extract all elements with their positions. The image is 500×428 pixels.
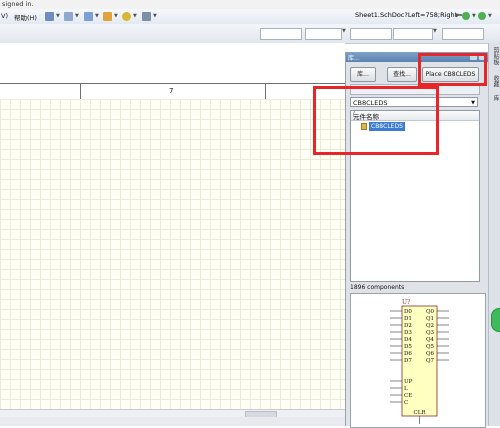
chevron-down-icon[interactable]: ▼ <box>488 13 492 19</box>
port-tool-icon[interactable] <box>84 12 93 21</box>
symbol-pin-label: UP <box>404 379 413 385</box>
menu-toolbar: V) 帮助(H) ▼ ▼ ▼ ▼ ▼ ▼ Sheet1.SchDoc?Left=… <box>0 9 500 25</box>
chevron-down-icon[interactable]: ▼ <box>56 13 60 19</box>
document-margin <box>0 43 345 83</box>
chevron-down-icon[interactable]: ▼ <box>455 13 459 19</box>
symbol-preview: U?CB8CLEDSD0D1D2D3D4D5D6D7UPLCECCLRQ0Q1Q… <box>350 293 486 428</box>
sheet-address[interactable]: Sheet1.SchDoc?Left=758;Right= <box>355 11 463 19</box>
tab-clipboard[interactable]: 剪贴板 <box>490 47 500 65</box>
bus-tool-icon[interactable] <box>64 12 73 21</box>
menu-item-help[interactable]: 帮助(H) <box>14 12 37 22</box>
toolbar-combo-2[interactable] <box>305 28 342 40</box>
symbol-pin-label: Q6 <box>426 351 435 357</box>
symbol-designator: U? <box>402 299 410 306</box>
symbol-pin-label: Q2 <box>426 323 434 329</box>
power-port-icon[interactable] <box>103 12 112 21</box>
toolbar-combo-5[interactable] <box>442 28 484 40</box>
symbol-pin-label: D2 <box>404 323 412 329</box>
highlight-place-button <box>418 53 487 86</box>
symbol-pin-label: Q3 <box>426 330 435 336</box>
symbol-pin-label: Q1 <box>426 316 434 322</box>
side-panel-tabs: 剪贴板 收藏 库 <box>488 43 500 426</box>
status-text: signed in. <box>2 0 34 8</box>
ruler-divider <box>265 84 266 100</box>
symbol-pin-label: D4 <box>404 337 412 343</box>
chevron-down-icon[interactable]: ▼ <box>471 98 475 108</box>
forward-icon[interactable] <box>478 12 486 20</box>
menu-item-view[interactable]: V) <box>1 12 8 20</box>
symbol-pin-label: CLR <box>414 410 427 416</box>
grid-tool-icon[interactable] <box>142 12 151 21</box>
parameter-icon[interactable] <box>122 12 131 21</box>
symbol-component-name: CB8CLEDS <box>402 426 440 427</box>
chevron-down-icon[interactable]: ▼ <box>472 13 476 19</box>
symbol-pin-label: D1 <box>404 316 412 322</box>
chevron-down-icon[interactable]: ▼ <box>153 13 157 19</box>
symbol-pin-label: CE <box>404 393 412 399</box>
symbol-pin-label: L <box>404 386 408 392</box>
status-strip <box>0 417 345 426</box>
symbol-pin-label: D0 <box>404 309 412 315</box>
schematic-canvas[interactable] <box>0 99 345 409</box>
libraries-button[interactable]: 库... <box>350 67 376 82</box>
symbol-pin-label: Q7 <box>426 358 435 364</box>
symbol-pin-label: Q5 <box>426 344 435 350</box>
floating-assist-button[interactable] <box>491 308 500 332</box>
highlight-component-list <box>313 86 439 155</box>
tab-favorites[interactable]: 收藏 <box>490 75 500 87</box>
chevron-down-icon[interactable]: ▼ <box>433 28 437 34</box>
wire-tool-icon[interactable] <box>45 12 54 21</box>
ruler-divider <box>80 84 81 100</box>
panel-title: 库... <box>348 55 360 62</box>
symbol-pin-label: Q0 <box>426 309 435 315</box>
symbol-drawing: U?CB8CLEDSD0D1D2D3D4D5D6D7UPLCECCLRQ0Q1Q… <box>390 299 449 427</box>
chevron-down-icon[interactable]: ▼ <box>75 13 79 19</box>
toolbar-combo-1[interactable] <box>260 28 302 40</box>
symbol-pin-label: D7 <box>404 358 412 364</box>
zone-label: 7 <box>169 87 174 95</box>
tab-libraries[interactable]: 库 <box>490 95 500 101</box>
chevron-down-icon[interactable]: ▼ <box>133 13 137 19</box>
chevron-down-icon[interactable]: ▼ <box>95 13 99 19</box>
toolbar-combo-3[interactable] <box>350 28 392 40</box>
component-count: 1896 components <box>350 284 405 291</box>
status-bar: signed in. <box>0 0 500 9</box>
secondary-toolbar: ▼ ▼ <box>0 24 500 44</box>
chevron-down-icon[interactable]: ▼ <box>114 13 118 19</box>
chevron-down-icon[interactable]: ▼ <box>342 28 346 34</box>
search-button[interactable]: 查找... <box>387 67 417 82</box>
symbol-pin-label: Q4 <box>426 337 435 343</box>
symbol-pin-label: D3 <box>404 330 412 336</box>
toolbar-combo-4[interactable] <box>393 28 433 40</box>
symbol-pin-label: D6 <box>404 351 412 357</box>
symbol-pin-label: C <box>404 400 408 406</box>
symbol-pin-label: D5 <box>404 344 412 350</box>
back-icon[interactable] <box>462 12 470 20</box>
